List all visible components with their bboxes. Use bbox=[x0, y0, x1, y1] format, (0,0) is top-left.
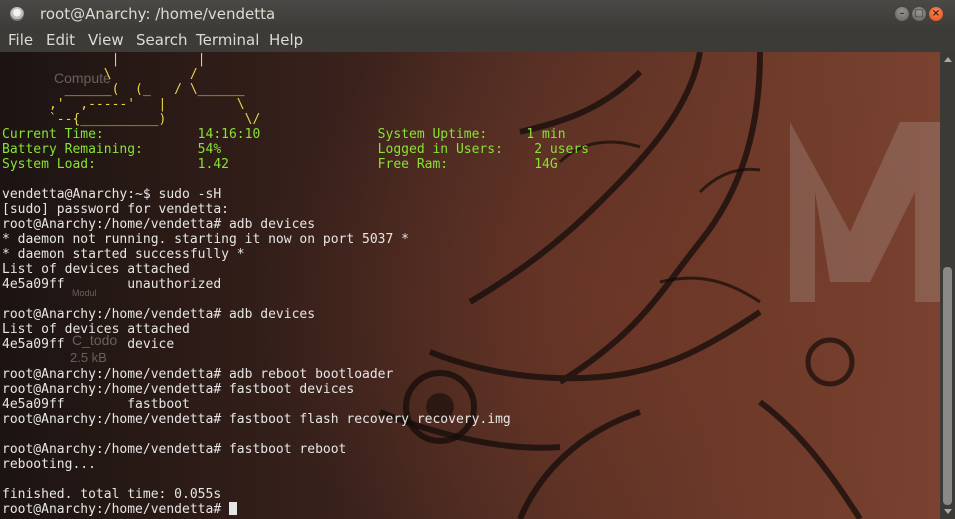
vertical-scrollbar[interactable] bbox=[940, 52, 955, 519]
sysinfo-line-battery-users: Battery Remaining: 54% Logged in Users: … bbox=[2, 142, 589, 157]
ascii-art-line: \ / bbox=[2, 67, 198, 82]
prompt-line[interactable]: root@Anarchy:/home/vendetta# bbox=[2, 502, 589, 517]
terminal-output-area[interactable]: Compute Modul C_todo 2.5 kB | | \ / ____… bbox=[0, 52, 940, 519]
terminal-line: finished. total time: 0.055s bbox=[2, 487, 222, 502]
sysinfo-line-time-uptime: Current Time: 14:16:10 System Uptime: 1 … bbox=[2, 127, 566, 142]
menu-bar: File Edit View Search Terminal Help bbox=[0, 29, 955, 52]
maximize-button[interactable]: □ bbox=[912, 7, 926, 21]
menu-view[interactable]: View bbox=[88, 31, 124, 49]
terminal-line: 4e5a09ff unauthorized bbox=[2, 277, 222, 292]
menu-file[interactable]: File bbox=[8, 31, 33, 49]
minimize-button[interactable]: – bbox=[895, 7, 909, 21]
menu-terminal[interactable]: Terminal bbox=[196, 31, 259, 49]
terminal-line: root@Anarchy:/home/vendetta# fastboot fl… bbox=[2, 412, 511, 427]
terminal-line: root@Anarchy:/home/vendetta# adb devices bbox=[2, 307, 316, 322]
terminal-line: * daemon not running. starting it now on… bbox=[2, 232, 409, 247]
ascii-art-line: `--{__________) \/ bbox=[2, 112, 261, 127]
scroll-down-arrow-icon[interactable] bbox=[944, 509, 952, 514]
ascii-art-line: | | bbox=[2, 52, 206, 67]
ascii-art-line: ______( (_ / \______ bbox=[2, 82, 245, 97]
ascii-art-line: ,' ,-----' | \ bbox=[2, 97, 245, 112]
terminal-line: vendetta@Anarchy:~$ sudo -sH bbox=[2, 187, 222, 202]
terminal-app-icon bbox=[10, 7, 24, 21]
menu-edit[interactable]: Edit bbox=[46, 31, 75, 49]
sysinfo-line-load-ram: System Load: 1.42 Free Ram: 14G bbox=[2, 157, 558, 172]
terminal-line: [sudo] password for vendetta: bbox=[2, 202, 229, 217]
shell-prompt: root@Anarchy:/home/vendetta# bbox=[2, 502, 229, 517]
terminal-line: rebooting... bbox=[2, 457, 96, 472]
terminal-line: root@Anarchy:/home/vendetta# adb devices bbox=[2, 217, 316, 232]
scroll-up-arrow-icon[interactable] bbox=[944, 57, 952, 62]
terminal-line: 4e5a09ff fastboot bbox=[2, 397, 190, 412]
terminal-line: root@Anarchy:/home/vendetta# fastboot re… bbox=[2, 442, 347, 457]
terminal-line: * daemon started successfully * bbox=[2, 247, 245, 262]
terminal-line: root@Anarchy:/home/vendetta# fastboot de… bbox=[2, 382, 355, 397]
window-title: root@Anarchy: /home/vendetta bbox=[40, 5, 276, 23]
close-button[interactable]: × bbox=[929, 7, 943, 21]
terminal-line: List of devices attached bbox=[2, 322, 190, 337]
menu-help[interactable]: Help bbox=[269, 31, 303, 49]
menu-search[interactable]: Search bbox=[136, 31, 188, 49]
title-bar[interactable]: root@Anarchy: /home/vendetta – □ × bbox=[0, 0, 955, 29]
text-cursor bbox=[228, 502, 237, 515]
terminal-text: | | \ / ______( (_ / \______ ,' ,-----' … bbox=[2, 52, 589, 517]
terminal-line: List of devices attached bbox=[2, 262, 190, 277]
terminal-window: root@Anarchy: /home/vendetta – □ × File … bbox=[0, 0, 955, 519]
scrollbar-thumb[interactable] bbox=[943, 267, 952, 505]
terminal-line: root@Anarchy:/home/vendetta# adb reboot … bbox=[2, 367, 394, 382]
terminal-line: 4e5a09ff device bbox=[2, 337, 175, 352]
